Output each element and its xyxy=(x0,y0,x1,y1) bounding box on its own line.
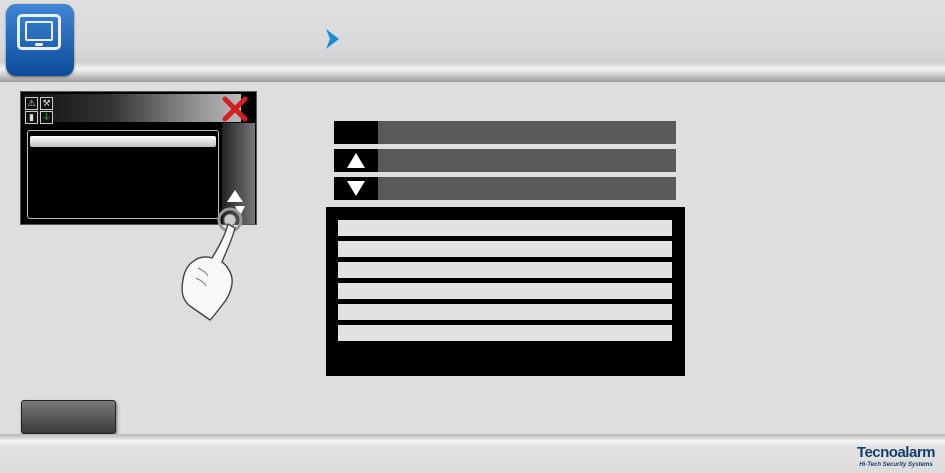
list-item[interactable] xyxy=(338,241,672,257)
header-bar xyxy=(0,0,945,82)
list-item[interactable] xyxy=(338,283,672,299)
preview-selected-item xyxy=(30,136,216,147)
warning-icon: ⚠ xyxy=(25,97,38,110)
preview-title-bar xyxy=(23,94,241,122)
plug-icon: ⏚ xyxy=(40,111,53,124)
keypad-preview: ⚠ ⚒ ▮ ⏚ xyxy=(20,91,257,225)
scroll-up-button[interactable] xyxy=(334,149,378,172)
hammer-icon: ⚒ xyxy=(40,97,53,110)
lock-icon: ▮ xyxy=(25,111,38,124)
keypad-display-icon[interactable] xyxy=(6,4,74,76)
brand-logo: Tecnoalarm Hi-Tech Security Systems xyxy=(856,444,936,469)
list-item[interactable] xyxy=(338,220,672,236)
close-x-icon[interactable] xyxy=(222,96,248,122)
chevron-right-icon xyxy=(326,29,339,49)
control-row-up xyxy=(334,149,676,172)
hand-pointer-icon xyxy=(181,207,243,321)
list-panel xyxy=(326,207,685,376)
scroll-down-button[interactable] xyxy=(334,177,378,200)
brand-tagline: Hi-Tech Security Systems xyxy=(859,462,933,468)
control-row xyxy=(334,121,676,144)
list-item[interactable] xyxy=(338,304,672,320)
control-row-down xyxy=(334,177,676,200)
back-button[interactable] xyxy=(21,400,116,434)
footer-bar xyxy=(0,434,945,473)
arrow-up-icon xyxy=(227,190,243,202)
list-item[interactable] xyxy=(338,325,672,341)
row-button[interactable] xyxy=(334,121,378,144)
screen-glyph xyxy=(17,14,61,50)
arrow-up-icon xyxy=(347,153,365,168)
list-item[interactable] xyxy=(338,262,672,278)
brand-name: Tecnoalarm xyxy=(856,444,936,461)
arrow-down-icon xyxy=(347,181,365,196)
